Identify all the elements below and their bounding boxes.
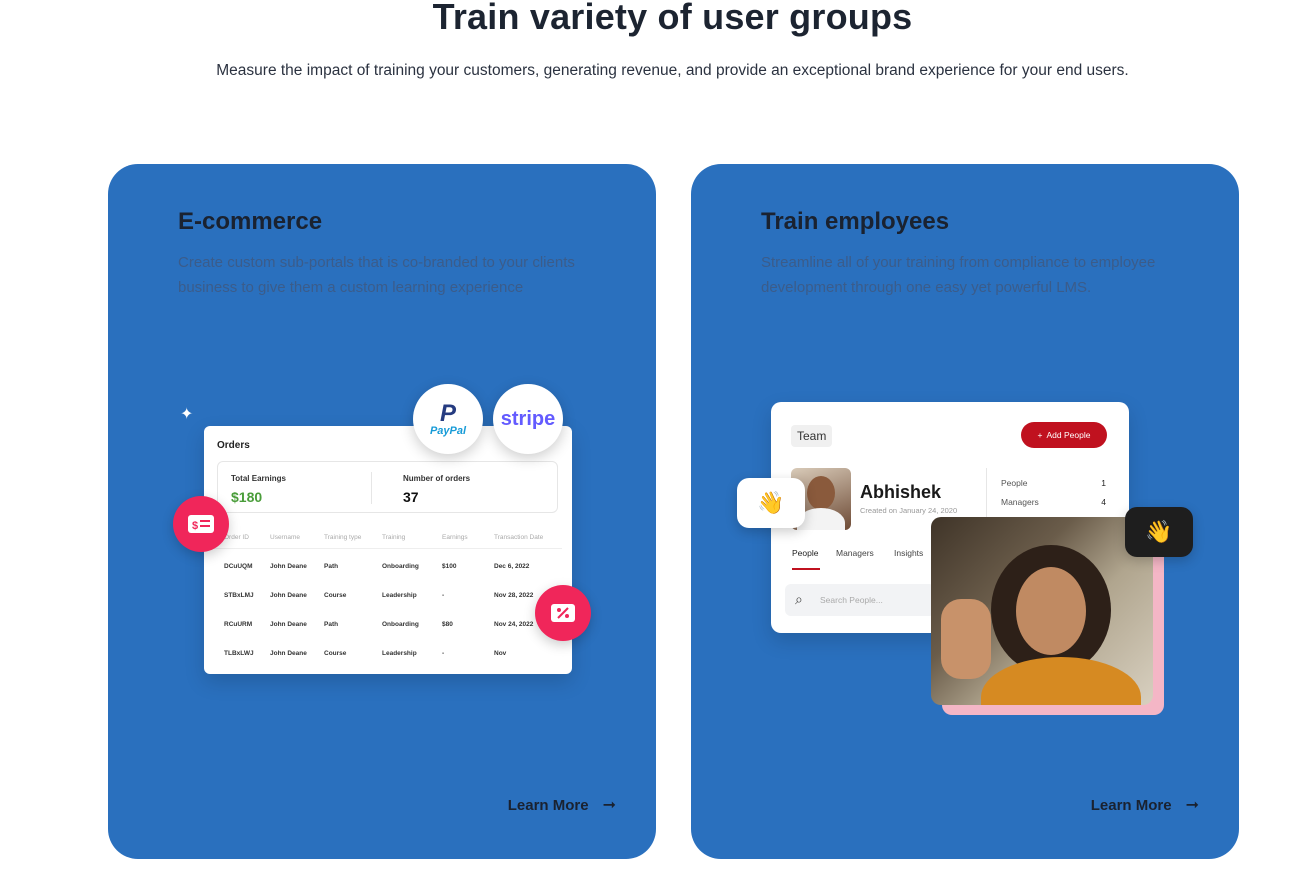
cell: $100 — [442, 563, 457, 570]
cell: John Deane — [270, 621, 307, 628]
card-description: Create custom sub-portals that is co-bra… — [178, 254, 575, 296]
total-earnings-value: $180 — [231, 489, 263, 505]
search-icon: ⌕ — [795, 591, 803, 607]
arrow-right-icon: ➞ — [602, 797, 616, 814]
cell: Path — [324, 563, 339, 570]
train-employees-card: Train employees Streamline all of your t… — [691, 164, 1239, 859]
plus-icon: + — [1037, 430, 1043, 440]
count-value: 4 — [1101, 497, 1106, 507]
cell: Nov 24, 2022 — [494, 621, 534, 628]
wave-emoji-icon: 👋 — [737, 478, 805, 528]
tab-insights[interactable]: Insights — [894, 548, 923, 558]
cell: Nov 28, 2022 — [494, 592, 534, 599]
user-name: Abhishek — [860, 482, 942, 502]
card-title: E-commerce — [178, 208, 323, 235]
divider — [214, 548, 562, 549]
count-label: People — [1001, 478, 1028, 488]
column-header: Training — [382, 534, 406, 541]
arrow-right-icon: ➞ — [1185, 797, 1199, 814]
add-people-button[interactable]: + Add People — [1021, 422, 1107, 448]
cell: Course — [324, 592, 347, 599]
paypal-label: PayPal — [429, 424, 467, 437]
people-count: People 1 — [1001, 478, 1106, 488]
cell: DCuUQM — [224, 563, 253, 570]
cell: Leadership — [382, 650, 417, 657]
column-header: Training type — [324, 534, 362, 541]
count-value: 1 — [1101, 478, 1106, 488]
column-header: Order ID — [224, 534, 249, 541]
cell: RCuURM — [224, 621, 253, 628]
cell: Dec 6, 2022 — [494, 563, 530, 570]
card-description: Streamline all of your training from com… — [761, 254, 1156, 296]
cell: TLBxLWJ — [224, 650, 254, 657]
paypal-logo: P PayPal — [413, 384, 483, 454]
page-subtitle: Measure the impact of training your cust… — [216, 62, 1129, 79]
learn-more-label: Learn More — [507, 796, 589, 814]
learn-more-link[interactable]: Learn More ➞ — [508, 795, 616, 815]
cell: Onboarding — [382, 563, 419, 570]
team-tag: Team — [791, 425, 833, 447]
column-header: Transaction Date — [494, 534, 544, 541]
num-orders-value: 37 — [403, 489, 419, 505]
sparkle-icon: ✦ — [180, 406, 194, 423]
svg-text:$: $ — [192, 520, 198, 532]
cell: Course — [324, 650, 347, 657]
cell: Onboarding — [382, 621, 419, 628]
payment-card-icon: $ — [173, 496, 229, 552]
column-header: Earnings — [442, 534, 468, 541]
cell: Path — [324, 621, 339, 628]
num-orders-label: Number of orders — [403, 474, 471, 483]
count-label: Managers — [1001, 497, 1039, 507]
cell: STBxLMJ — [224, 592, 254, 599]
search-input[interactable]: ⌕ Search People... — [785, 584, 935, 616]
search-placeholder: Search People... — [820, 595, 883, 605]
ecommerce-card: E-commerce Create custom sub-portals tha… — [108, 164, 656, 859]
cell: $80 — [442, 621, 453, 628]
user-photo — [931, 517, 1153, 705]
orders-title: Orders — [217, 440, 250, 451]
divider — [371, 472, 372, 504]
coupon-icon — [535, 585, 591, 641]
cell: - — [442, 650, 445, 657]
cell: John Deane — [270, 650, 307, 657]
tab-managers[interactable]: Managers — [836, 548, 874, 558]
wave-emoji-icon: 👋 — [1125, 507, 1193, 557]
page-title: Train variety of user groups — [432, 0, 913, 37]
total-earnings-label: Total Earnings — [231, 474, 286, 483]
cell: Leadership — [382, 592, 417, 599]
active-tab-indicator — [792, 568, 820, 570]
tab-people[interactable]: People — [792, 548, 818, 558]
learn-more-label: Learn More — [1090, 796, 1172, 814]
divider — [986, 468, 987, 518]
orders-stats: Total Earnings $180 Number of orders 37 — [217, 461, 558, 513]
cell: Nov — [494, 650, 507, 657]
created-date: Created on January 24, 2020 — [860, 506, 958, 515]
stripe-label: stripe — [500, 407, 556, 430]
cell: - — [442, 592, 445, 599]
cell: John Deane — [270, 592, 307, 599]
add-people-label: Add People — [1046, 430, 1091, 440]
managers-count: Managers 4 — [1001, 497, 1106, 507]
column-header: Username — [270, 534, 300, 541]
stripe-logo: stripe — [493, 384, 563, 454]
orders-panel: Orders Total Earnings $180 Number of ord… — [204, 426, 572, 674]
card-title: Train employees — [761, 208, 950, 235]
learn-more-link[interactable]: Learn More ➞ — [1091, 795, 1199, 815]
cell: John Deane — [270, 563, 307, 570]
